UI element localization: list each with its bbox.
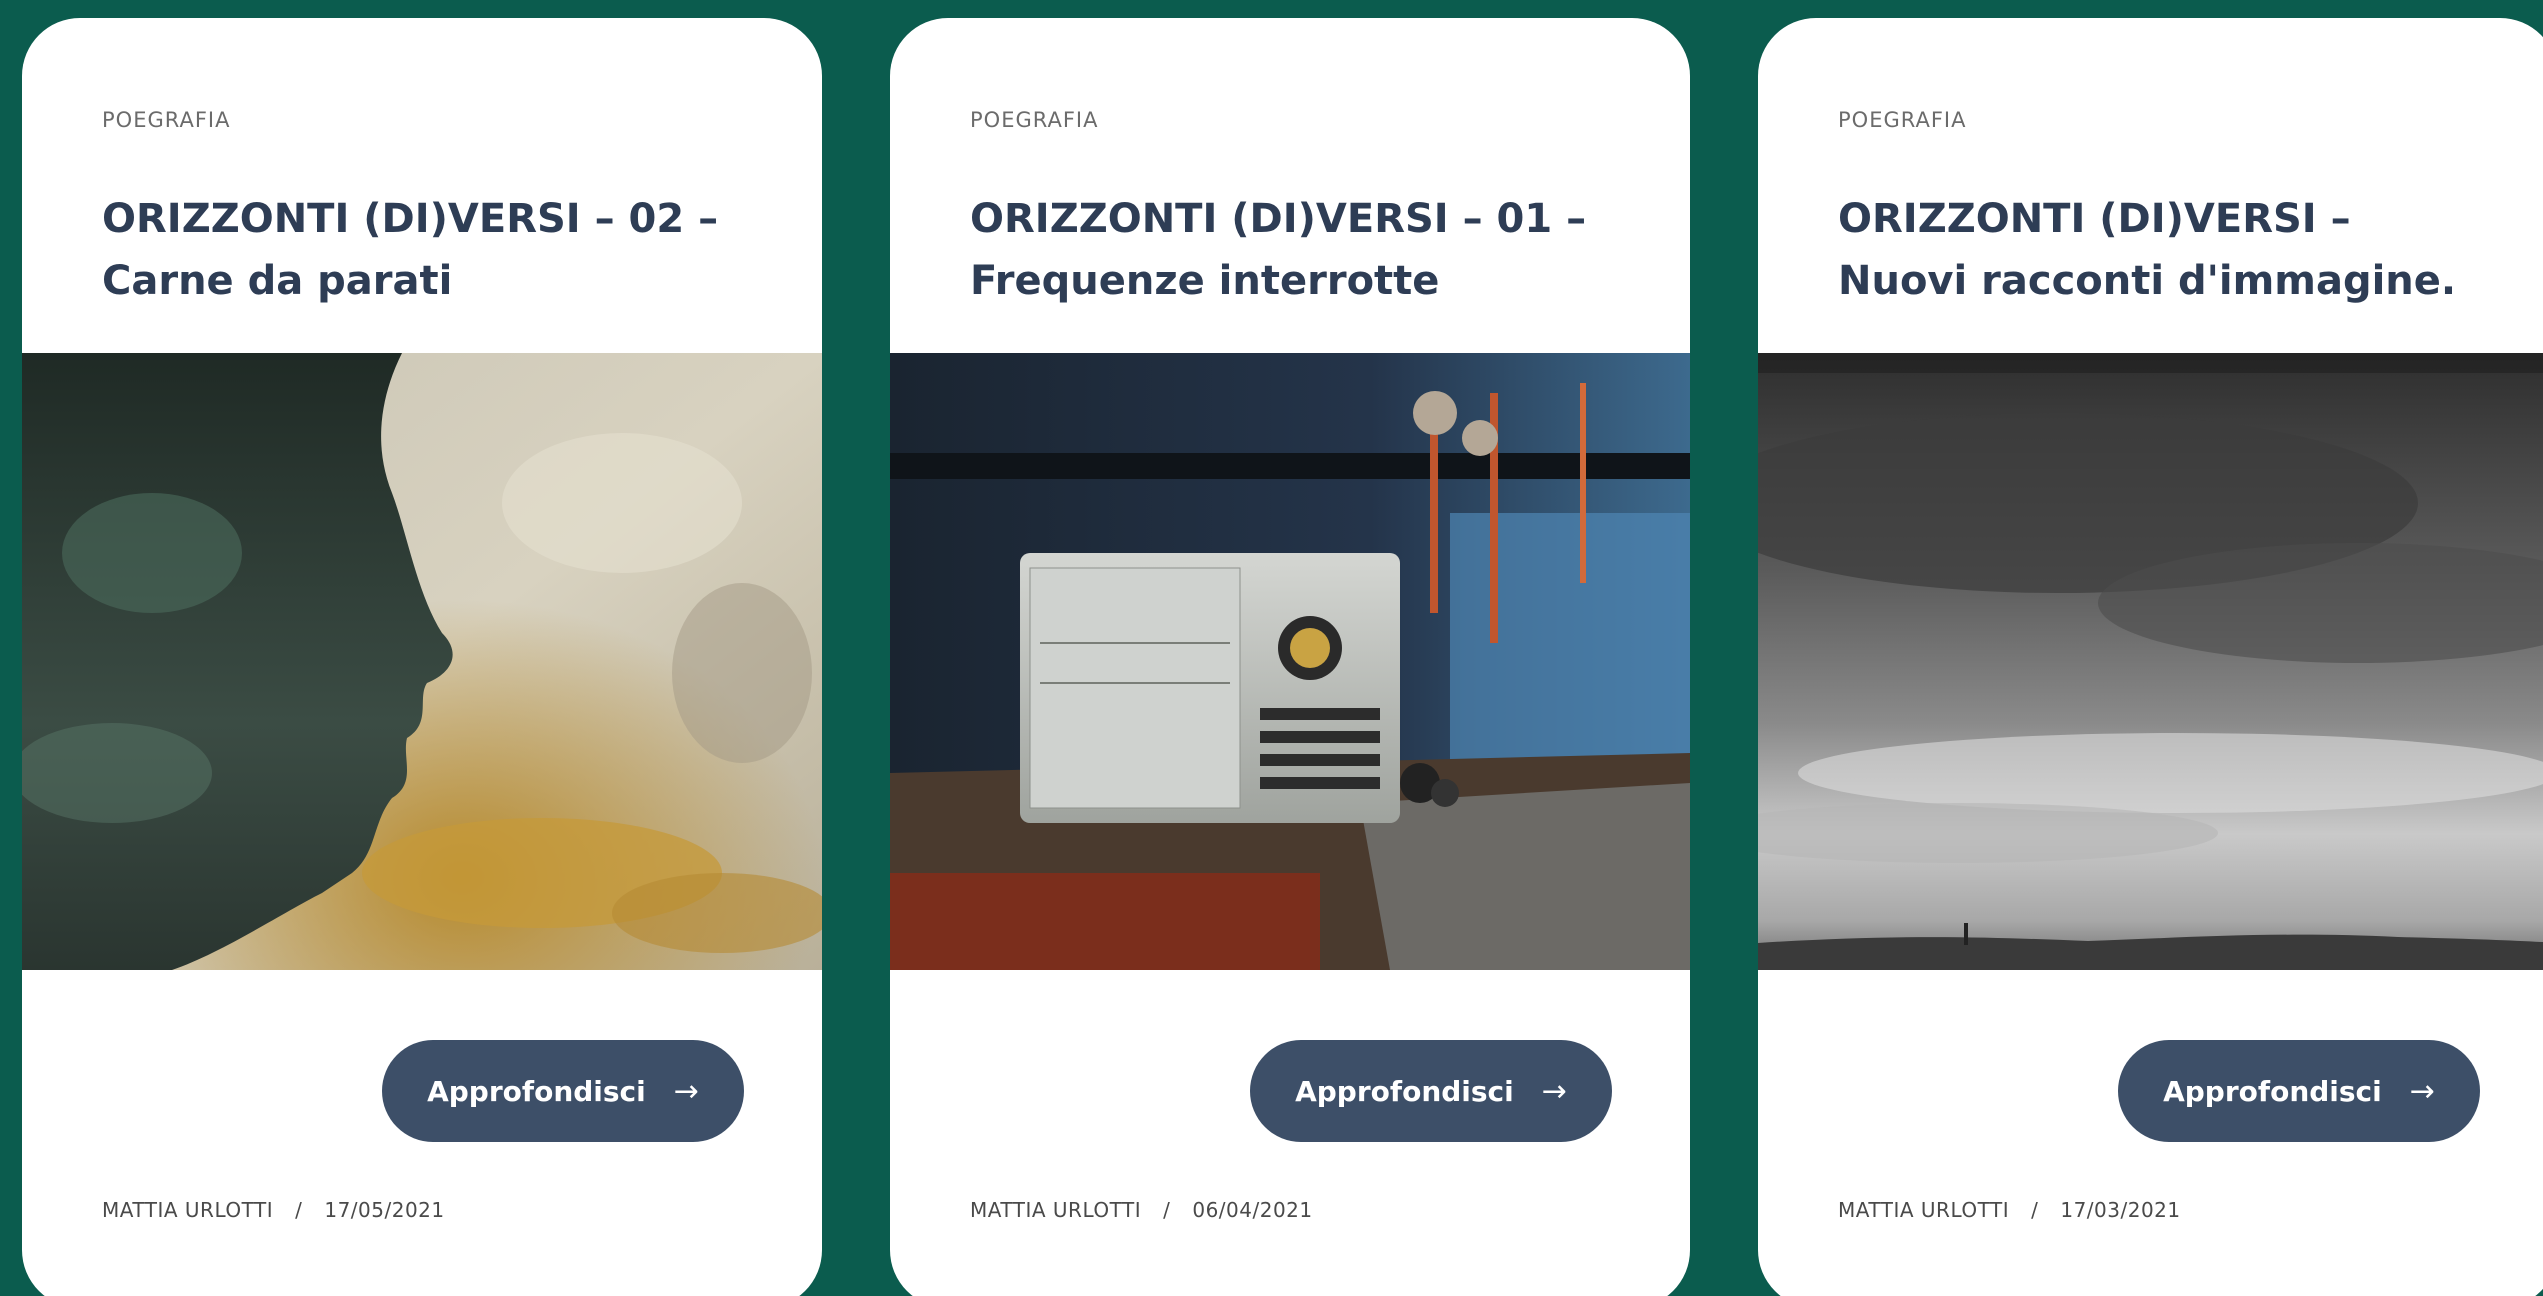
article-category: POEGRAFIA <box>1838 108 1967 132</box>
article-cover-image[interactable] <box>890 353 1690 970</box>
article-date: 17/05/2021 <box>324 1198 445 1222</box>
article-title-line1: ORIZZONTI (DI)VERSI – <box>1838 196 2351 242</box>
article-category: POEGRAFIA <box>970 108 1099 132</box>
article-author: MATTIA URLOTTI <box>102 1198 274 1222</box>
arrow-right-icon: → <box>1541 1073 1567 1109</box>
meta-separator: / <box>2031 1198 2039 1222</box>
article-title-line2: Nuovi racconti d'immagine. <box>1838 258 2457 304</box>
read-more-button[interactable]: Approfondisci → <box>1250 1040 1612 1142</box>
article-cover-image[interactable] <box>22 353 822 970</box>
article-meta: MATTIA URLOTTI / 17/05/2021 <box>102 1198 445 1222</box>
meta-separator: / <box>1163 1198 1171 1222</box>
article-title-line2: Frequenze interrotte <box>970 258 1440 304</box>
article-date: 17/03/2021 <box>2060 1198 2181 1222</box>
article-date: 06/04/2021 <box>1192 1198 1313 1222</box>
read-more-button[interactable]: Approfondisci → <box>2118 1040 2480 1142</box>
article-cover-image[interactable] <box>1758 353 2543 970</box>
article-meta: MATTIA URLOTTI / 17/03/2021 <box>1838 1198 2181 1222</box>
article-title-line2: Carne da parati <box>102 258 453 304</box>
article-card-grid: POEGRAFIA ORIZZONTI (DI)VERSI – 02 – Car… <box>0 0 2543 1296</box>
article-title[interactable]: ORIZZONTI (DI)VERSI – 02 – Carne da para… <box>102 188 792 312</box>
arrow-right-icon: → <box>673 1073 699 1109</box>
arrow-right-icon: → <box>2409 1073 2435 1109</box>
article-title[interactable]: ORIZZONTI (DI)VERSI – Nuovi racconti d'i… <box>1838 188 2528 312</box>
meta-separator: / <box>295 1198 303 1222</box>
article-card[interactable]: POEGRAFIA ORIZZONTI (DI)VERSI – 01 – Fre… <box>890 18 1690 1296</box>
read-more-label: Approfondisci <box>2163 1074 2382 1108</box>
article-meta: MATTIA URLOTTI / 06/04/2021 <box>970 1198 1313 1222</box>
article-title[interactable]: ORIZZONTI (DI)VERSI – 01 – Frequenze int… <box>970 188 1660 312</box>
article-author: MATTIA URLOTTI <box>1838 1198 2010 1222</box>
article-category: POEGRAFIA <box>102 108 231 132</box>
read-more-label: Approfondisci <box>427 1074 646 1108</box>
article-title-line1: ORIZZONTI (DI)VERSI – 01 – <box>970 196 1587 242</box>
article-card[interactable]: POEGRAFIA ORIZZONTI (DI)VERSI – 02 – Car… <box>22 18 822 1296</box>
read-more-button[interactable]: Approfondisci → <box>382 1040 744 1142</box>
article-title-line1: ORIZZONTI (DI)VERSI – 02 – <box>102 196 719 242</box>
article-card[interactable]: POEGRAFIA ORIZZONTI (DI)VERSI – Nuovi ra… <box>1758 18 2543 1296</box>
read-more-label: Approfondisci <box>1295 1074 1514 1108</box>
article-author: MATTIA URLOTTI <box>970 1198 1142 1222</box>
